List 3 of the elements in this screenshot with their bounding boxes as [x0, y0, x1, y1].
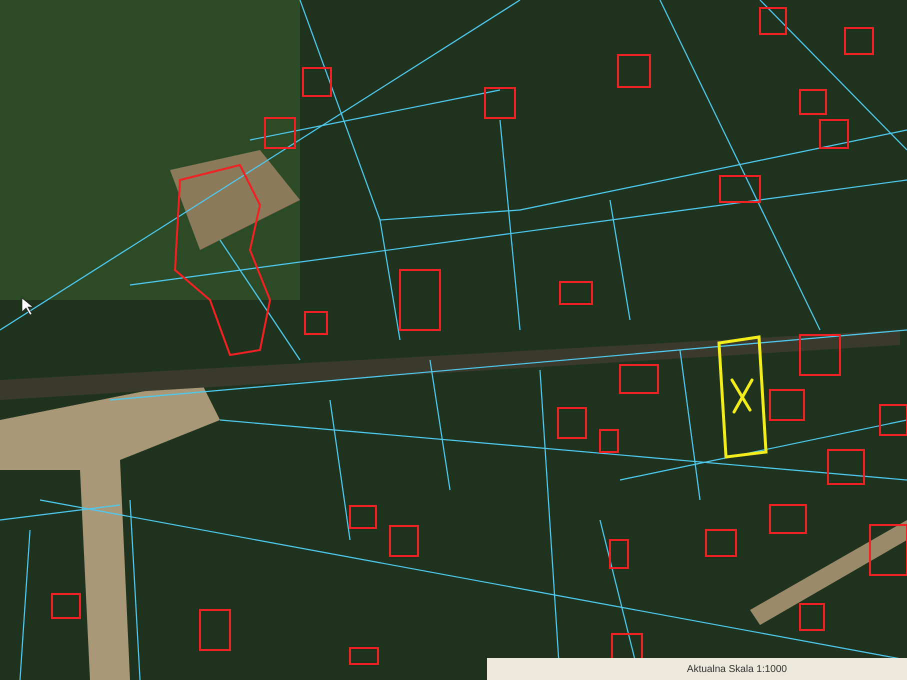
x-mark-icon — [730, 378, 754, 414]
mouse-pointer-icon — [22, 297, 34, 316]
map-scale-text: Aktualna Skala 1:1000 — [686, 662, 787, 676]
